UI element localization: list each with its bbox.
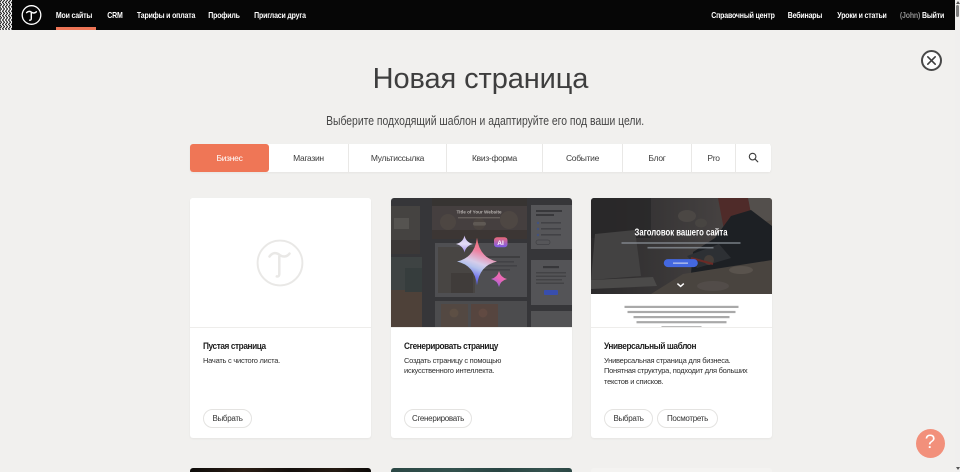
- svg-text:AI: AI: [497, 240, 504, 247]
- svg-text:Заголовок вашего сайта: Заголовок вашего сайта: [635, 227, 728, 238]
